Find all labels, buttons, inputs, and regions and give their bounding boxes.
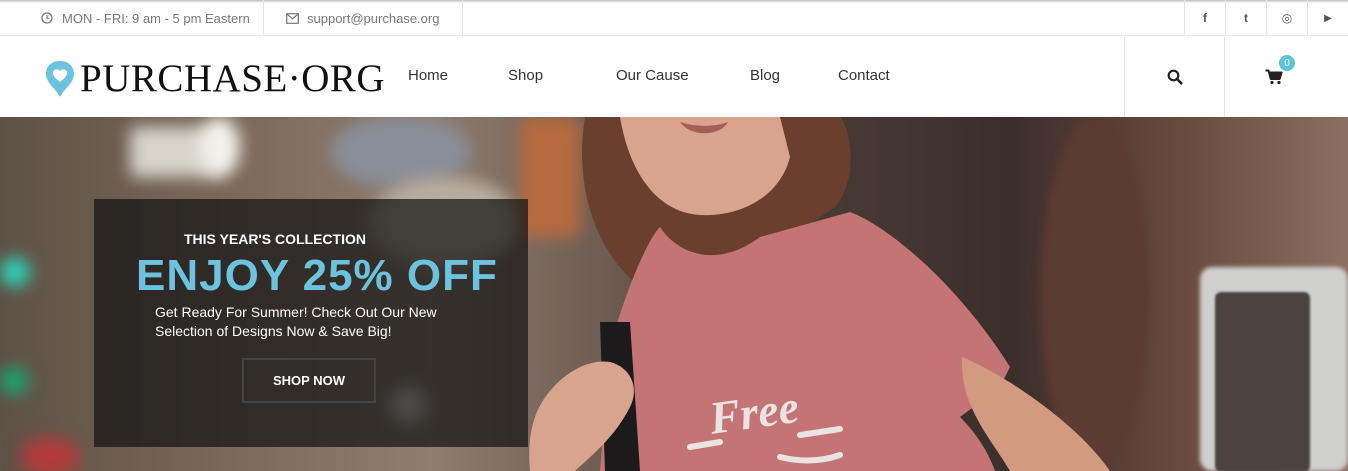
hours-text: MON - FRI: 9 am - 5 pm Eastern: [62, 10, 250, 26]
hero-banner: Free THIS YEAR'S COLLECTION ENJOY 25% OF…: [0, 117, 1348, 471]
youtube-icon: ▶: [1324, 12, 1332, 24]
clock-icon: [40, 11, 54, 25]
site-header: PURCHASE·ORG Home Shop Our Cause Blog Co…: [0, 37, 1348, 117]
cart-button[interactable]: 0: [1224, 37, 1348, 117]
instagram-icon: ◎: [1281, 11, 1293, 25]
heart-pin-icon: [46, 61, 74, 97]
support-email[interactable]: support@purchase.org: [265, 0, 463, 36]
search-icon: [1167, 69, 1182, 85]
instagram-link[interactable]: ◎: [1266, 0, 1307, 36]
facebook-icon: f: [1203, 11, 1207, 25]
twitter-link[interactable]: t: [1225, 0, 1266, 36]
promo-panel: THIS YEAR'S COLLECTION ENJOY 25% OFF Get…: [94, 199, 528, 447]
promo-headline: ENJOY 25% OFF: [136, 251, 498, 300]
business-hours: MON - FRI: 9 am - 5 pm Eastern: [40, 0, 264, 36]
youtube-link[interactable]: ▶: [1307, 0, 1348, 36]
twitter-icon: t: [1244, 11, 1248, 25]
cart-count-badge: 0: [1279, 55, 1295, 71]
nav-contact[interactable]: Contact: [838, 67, 890, 84]
nav-shop[interactable]: Shop: [508, 67, 543, 84]
shop-now-button[interactable]: SHOP NOW: [242, 358, 376, 403]
facebook-link[interactable]: f: [1184, 0, 1225, 36]
social-links: f t ◎ ▶: [1184, 0, 1348, 36]
promo-kicker: THIS YEAR'S COLLECTION: [184, 231, 366, 247]
promo-subtext: Get Ready For Summer! Check Out Our New …: [155, 304, 437, 339]
cart-icon: [1265, 69, 1283, 85]
site-logo[interactable]: PURCHASE·ORG: [44, 59, 385, 99]
nav-our-cause[interactable]: Our Cause: [616, 67, 689, 84]
top-bar: MON - FRI: 9 am - 5 pm Eastern support@p…: [0, 0, 1348, 36]
nav-blog[interactable]: Blog: [750, 67, 780, 84]
logo-text: PURCHASE·ORG: [80, 57, 386, 100]
search-button[interactable]: [1124, 37, 1224, 117]
nav-home[interactable]: Home: [408, 67, 448, 84]
envelope-icon: [285, 11, 299, 25]
email-text: support@purchase.org: [307, 10, 440, 26]
